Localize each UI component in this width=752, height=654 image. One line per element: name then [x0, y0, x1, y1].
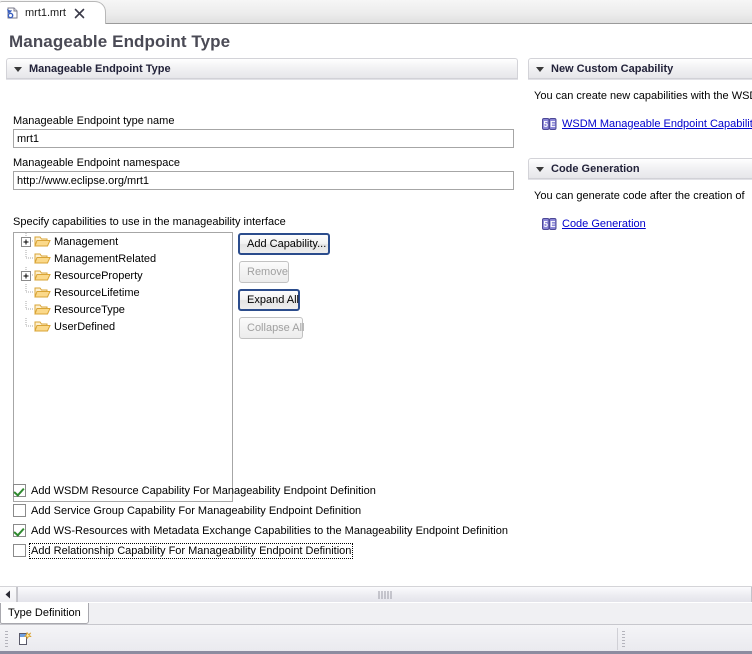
wizard-link-icon: 5 E	[542, 118, 557, 130]
svg-text:E: E	[550, 220, 556, 229]
form-body: Manageable Endpoint Type Manageable Endp…	[0, 24, 752, 586]
tree-item[interactable]: ManagementRelated	[14, 250, 232, 267]
tree-item-label: Management	[54, 235, 119, 248]
chevron-down-icon[interactable]	[14, 66, 22, 72]
checkbox-checked-icon[interactable]	[13, 524, 26, 537]
wsdm-manageable-endpoint-capability-link[interactable]: WSDM Manageable Endpoint Capability	[562, 118, 752, 130]
scrollbar-thumb[interactable]	[17, 586, 752, 603]
section-divider	[6, 78, 518, 80]
tree-item-label: ManagementRelated	[54, 252, 157, 265]
checkbox-label: Add Relationship Capability For Manageab…	[28, 542, 354, 559]
section-header-new-custom-capability[interactable]: New Custom Capability	[528, 58, 752, 78]
mrt-editor-icon	[6, 6, 20, 20]
checkbox-unchecked-icon[interactable]	[13, 544, 26, 557]
tree-item[interactable]: ResourceLifetime	[14, 284, 232, 301]
checkbox-unchecked-icon[interactable]	[13, 504, 26, 517]
code-generation-description: You can generate code after the creation…	[534, 190, 745, 202]
folder-icon	[34, 318, 51, 335]
code-generation-link[interactable]: Code Generation	[562, 218, 646, 230]
section-title: New Custom Capability	[551, 62, 674, 75]
code-generation-link-row[interactable]: 5 E Code Generation	[542, 218, 646, 230]
svg-text:5: 5	[543, 220, 548, 229]
capabilities-tree[interactable]: Management ManagementRelated ResourcePro…	[13, 232, 233, 502]
tree-item-label: ResourceType	[54, 303, 125, 316]
folder-icon	[34, 284, 51, 301]
chevron-down-icon[interactable]	[536, 166, 544, 172]
tree-line-icon	[18, 250, 34, 267]
svg-text:5: 5	[543, 120, 548, 129]
section-header-code-generation[interactable]: Code Generation	[528, 158, 752, 178]
checkbox-row-wsdm-resource[interactable]: Add WSDM Resource Capability For Managea…	[13, 484, 376, 497]
checkbox-row-service-group[interactable]: Add Service Group Capability For Managea…	[13, 504, 361, 517]
editor-tab-mrt1[interactable]: mrt1.mrt	[0, 1, 106, 25]
page-title: Manageable Endpoint Type	[9, 32, 231, 51]
horizontal-scrollbar[interactable]	[0, 586, 752, 603]
tree-item[interactable]: ResourceType	[14, 301, 232, 318]
wizard-link-icon: 5 E	[542, 218, 557, 230]
section-divider	[528, 78, 752, 80]
expand-plus-icon[interactable]	[18, 267, 34, 284]
expand-plus-icon[interactable]	[18, 233, 34, 250]
tree-item[interactable]: Management	[14, 233, 232, 250]
toolbar-separator	[617, 628, 618, 650]
editor-tab-strip: mrt1.mrt	[0, 0, 752, 25]
collapse-all-button: Collapse All	[239, 317, 304, 339]
bottom-toolbar	[0, 624, 752, 654]
eclipse-editor-window: mrt1.mrt Manageable Endpoint Type Manage…	[0, 0, 752, 654]
tree-line-icon	[18, 301, 34, 318]
section-header-manageable-endpoint-type[interactable]: Manageable Endpoint Type	[6, 58, 518, 78]
checkbox-label: Add WSDM Resource Capability For Managea…	[31, 484, 376, 497]
folder-icon	[34, 233, 51, 250]
toolbar-grip-icon[interactable]	[5, 631, 8, 649]
tree-item[interactable]: ResourceProperty	[14, 267, 232, 284]
section-title: Code Generation	[551, 162, 640, 175]
checkbox-label: Add Service Group Capability For Managea…	[31, 504, 362, 517]
folder-icon	[34, 250, 51, 267]
checkbox-row-ws-resources-mex[interactable]: Add WS-Resources with Metadata Exchange …	[13, 524, 508, 537]
name-field-label: Manageable Endpoint type name	[13, 115, 175, 127]
tree-item-label: ResourceLifetime	[54, 286, 140, 299]
tree-item-label: ResourceProperty	[54, 269, 143, 282]
new-document-icon[interactable]	[16, 631, 32, 647]
folder-icon	[34, 301, 51, 318]
add-capability-button[interactable]: Add Capability...	[238, 233, 330, 255]
endpoint-namespace-input[interactable]	[13, 171, 514, 190]
page-tab-type-definition[interactable]: Type Definition	[0, 603, 89, 624]
arrow-left-icon[interactable]	[0, 586, 17, 603]
checkbox-label: Add WS-Resources with Metadata Exchange …	[31, 524, 508, 537]
checkbox-checked-icon[interactable]	[13, 484, 26, 497]
section-divider	[528, 178, 752, 180]
folder-icon	[34, 267, 51, 284]
svg-text:E: E	[550, 120, 556, 129]
new-custom-capability-link-row[interactable]: 5 E WSDM Manageable Endpoint Capability	[542, 118, 752, 130]
tree-item[interactable]: UserDefined	[14, 318, 232, 335]
namespace-field-label: Manageable Endpoint namespace	[13, 157, 180, 169]
form-page-tab-strip: Type Definition	[0, 602, 752, 624]
expand-all-button[interactable]: Expand All	[238, 289, 300, 311]
section-title: Manageable Endpoint Type	[29, 62, 171, 75]
endpoint-type-name-input[interactable]	[13, 129, 514, 148]
checkbox-row-relationship[interactable]: Add Relationship Capability For Manageab…	[13, 542, 354, 559]
grip-icon	[378, 590, 391, 599]
capabilities-label: Specify capabilities to use in the manag…	[13, 216, 286, 228]
editor-tab-label: mrt1.mrt	[25, 7, 66, 19]
tree-item-label: UserDefined	[54, 320, 116, 333]
remove-button: Remove	[239, 261, 289, 283]
tree-line-icon	[18, 318, 34, 335]
tree-line-icon	[18, 284, 34, 301]
new-custom-capability-description: You can create new capabilities with the…	[534, 90, 752, 102]
chevron-down-icon[interactable]	[536, 66, 544, 72]
toolbar-grip-icon[interactable]	[622, 631, 625, 649]
close-icon[interactable]	[74, 8, 85, 19]
